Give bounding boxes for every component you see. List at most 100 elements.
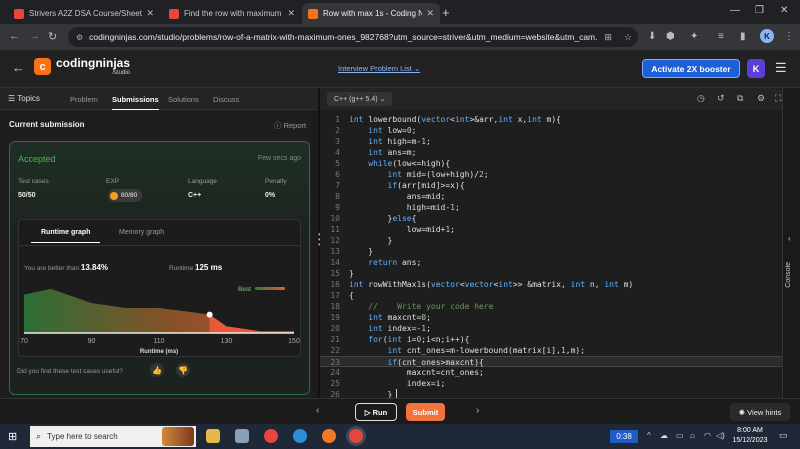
- timer-icon[interactable]: ◷: [697, 93, 705, 104]
- tray-chevron-up-icon[interactable]: ^: [647, 431, 651, 440]
- firefox-icon[interactable]: [322, 429, 336, 443]
- code-line[interactable]: 3 int high=m-1;: [320, 136, 782, 147]
- code-line[interactable]: 8 ans=mid;: [320, 191, 782, 202]
- back-arrow-icon[interactable]: ←: [12, 60, 25, 75]
- extension-icon[interactable]: ⬇: [648, 31, 656, 42]
- close-icon[interactable]: ✕: [426, 8, 434, 19]
- site-info-icon[interactable]: ⚙: [76, 33, 83, 42]
- code-editor[interactable]: 1 int lowerbound(vector<int>&arr,int x,in…: [320, 110, 782, 398]
- chrome-icon[interactable]: [264, 429, 278, 443]
- console-label[interactable]: Console: [785, 262, 792, 288]
- code-line[interactable]: 18 // Write your code here: [320, 301, 782, 312]
- wifi-icon[interactable]: ◠: [704, 431, 711, 440]
- topics-toggle[interactable]: ☰ Topics: [8, 94, 40, 103]
- translate-icon[interactable]: ⊞: [604, 32, 612, 43]
- code-line[interactable]: 14 return ans;: [320, 257, 782, 268]
- run-button[interactable]: ▷ Run: [355, 403, 397, 421]
- notification-icon[interactable]: ▭: [779, 430, 788, 441]
- code-line[interactable]: 1 int lowerbound(vector<int>&arr,int x,in…: [320, 114, 782, 125]
- code-line[interactable]: 25 index=i;: [320, 378, 782, 389]
- tab-problem[interactable]: Problem: [70, 95, 98, 104]
- code-line[interactable]: 5 while(low<=high){: [320, 158, 782, 169]
- media-icon[interactable]: ≡: [718, 31, 724, 42]
- console-sidebar[interactable]: [782, 88, 800, 398]
- code-line[interactable]: 17 {: [320, 290, 782, 301]
- code-line[interactable]: 16 int rowWithMax1s(vector<vector<int>> &…: [320, 279, 782, 290]
- cloud-icon[interactable]: ☁: [660, 431, 668, 440]
- tab-discuss[interactable]: Discuss: [213, 95, 239, 104]
- new-tab-icon[interactable]: +: [442, 5, 450, 20]
- recording-timer[interactable]: 0:38: [610, 430, 638, 443]
- restore-icon[interactable]: ❐: [755, 5, 764, 16]
- code-line[interactable]: 19 int maxcnt=0;: [320, 312, 782, 323]
- x-tick-label: 150: [288, 338, 300, 345]
- chrome-active-icon[interactable]: [349, 429, 363, 443]
- volume-icon[interactable]: ◁): [716, 431, 725, 440]
- coding-ninjas-logo[interactable]: c codingninjas /studio: [34, 57, 130, 76]
- system-clock[interactable]: 8:00 AM 15/12/2023: [728, 426, 772, 446]
- close-icon[interactable]: ✕: [287, 8, 295, 19]
- code-line[interactable]: 4 int ans=m;: [320, 147, 782, 158]
- code-line[interactable]: 7 if(arr[mid]>=x){: [320, 180, 782, 191]
- code-line[interactable]: 13 }: [320, 246, 782, 257]
- back-icon[interactable]: ←: [9, 30, 20, 42]
- copy-code-icon[interactable]: ⧉: [737, 93, 743, 104]
- report-button[interactable]: ⓘ Report: [274, 120, 306, 131]
- edge-icon[interactable]: [293, 429, 307, 443]
- side-panel-icon[interactable]: ▮: [740, 31, 746, 42]
- bookmark-star-icon[interactable]: ☆: [624, 32, 632, 43]
- tab-submissions[interactable]: Submissions: [112, 95, 159, 111]
- submit-button[interactable]: Submit: [406, 403, 445, 421]
- code-line[interactable]: 20 int index=-1;: [320, 323, 782, 334]
- tab-solutions[interactable]: Solutions: [168, 95, 199, 104]
- language-select[interactable]: C++ (g++ 5.4) ⌄: [327, 92, 392, 106]
- code-line[interactable]: 12 }: [320, 235, 782, 246]
- activate-booster-button[interactable]: Activate 2X booster: [642, 59, 740, 78]
- minimize-icon[interactable]: —: [730, 5, 740, 16]
- code-line[interactable]: 2 int low=0;: [320, 125, 782, 136]
- previous-problem-icon[interactable]: ‹: [316, 405, 319, 416]
- code-line[interactable]: 10 }else{: [320, 213, 782, 224]
- fullscreen-icon[interactable]: ⛶: [775, 93, 781, 104]
- close-icon[interactable]: ✕: [146, 8, 154, 19]
- extensions-icon[interactable]: ✦: [690, 31, 698, 42]
- browser-tab-find-row[interactable]: Find the row with maximum nu ✕: [163, 3, 301, 24]
- settings-gear-icon[interactable]: ⚙: [757, 93, 765, 104]
- code-line[interactable]: 23 if(cnt_ones>maxcnt){: [320, 356, 782, 367]
- code-line[interactable]: 22 int cnt_ones=m-lowerbound(matrix[i],1…: [320, 345, 782, 356]
- battery-icon[interactable]: ▭: [676, 431, 684, 440]
- next-problem-icon[interactable]: ›: [476, 405, 479, 416]
- code-line[interactable]: 26 }: [320, 389, 782, 398]
- browser-tab-coding-ninjas[interactable]: Row with max 1s - Coding Ninj ✕: [302, 3, 440, 24]
- file-explorer-icon[interactable]: [206, 429, 220, 443]
- search-highlight-icon[interactable]: [162, 427, 194, 446]
- tab-memory-graph[interactable]: Memory graph: [119, 229, 164, 236]
- extension-puzzle-icon[interactable]: ⬢: [666, 31, 675, 42]
- line-number: 2: [335, 126, 340, 135]
- network-icon[interactable]: ⌂: [690, 431, 695, 440]
- chevron-left-icon[interactable]: ‹: [788, 234, 791, 243]
- browser-tab-striver[interactable]: Strivers A2Z DSA Course/Sheet ✕: [8, 3, 160, 24]
- thumbs-down-icon[interactable]: 👎: [176, 363, 190, 377]
- window-close-icon[interactable]: ✕: [780, 5, 788, 16]
- view-hints-button[interactable]: ✺ View hints: [730, 403, 790, 421]
- code-line[interactable]: 6 int mid=(low+high)/2;: [320, 169, 782, 180]
- windows-start-icon[interactable]: ⊞: [8, 430, 17, 443]
- hamburger-menu-icon[interactable]: ☰: [775, 60, 787, 76]
- reload-icon[interactable]: ↻: [48, 30, 57, 43]
- reset-code-icon[interactable]: ↺: [717, 93, 725, 104]
- chrome-menu-icon[interactable]: ⋮: [784, 31, 794, 42]
- url-input[interactable]: ⚙ codingninjas.com/studio/problems/row-o…: [68, 27, 638, 47]
- thumbs-up-icon[interactable]: 👍: [150, 363, 164, 377]
- code-line[interactable]: 21 for(int i=0;i<n;i++){: [320, 334, 782, 345]
- interview-problem-list-link[interactable]: Interview Problem List ⌄: [338, 64, 420, 73]
- profile-avatar[interactable]: K: [760, 29, 774, 43]
- user-avatar[interactable]: K: [747, 59, 765, 78]
- forward-icon[interactable]: →: [29, 30, 40, 42]
- code-line[interactable]: 15}: [320, 268, 782, 279]
- code-line[interactable]: 9 high=mid-1;: [320, 202, 782, 213]
- code-line[interactable]: 11 low=mid+1;: [320, 224, 782, 235]
- tab-runtime-graph[interactable]: Runtime graph: [30, 229, 101, 243]
- camera-app-icon[interactable]: [235, 429, 249, 443]
- code-line[interactable]: 24 maxcnt=cnt_ones;: [320, 367, 782, 378]
